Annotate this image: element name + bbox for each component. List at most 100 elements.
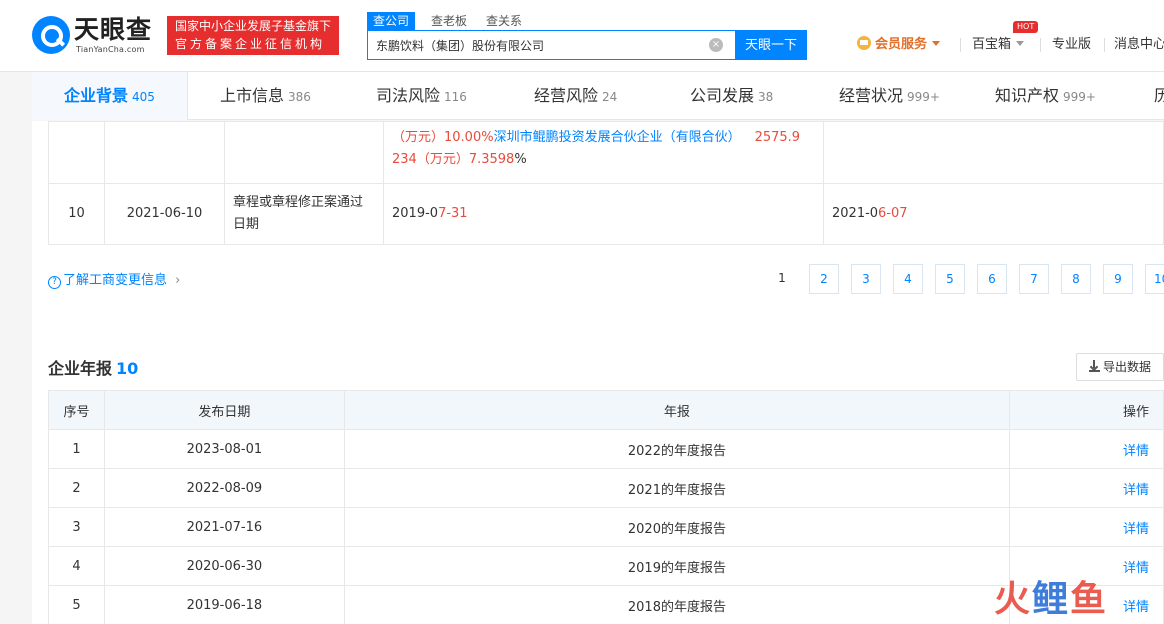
publish-date: 2019-06-18 xyxy=(103,585,345,624)
logo-search-icon xyxy=(32,16,70,54)
report-name: 2022的年度报告 xyxy=(343,429,1011,469)
date-part-changed: 7-31 xyxy=(438,206,468,221)
main-content: （万元）10.00%深圳市鲲鹏投资发展合伙企业（有限合伙） 2575.9 234（… xyxy=(32,121,1164,624)
fund-badge[interactable]: 国家中小企业发展子基金旗下 官方备案企业征信机构 xyxy=(167,16,339,55)
tab-label: 司法风险 xyxy=(376,86,441,105)
tab-count: 116 xyxy=(444,90,467,104)
help-link-label: 了解工商变更信息 xyxy=(63,273,168,288)
date-part-changed: 6-07 xyxy=(878,206,908,221)
tianyancha-logo[interactable]: 天眼查 TianYanCha.com xyxy=(32,14,157,58)
tab-count: 405 xyxy=(132,90,155,104)
date-part: 2021-0 xyxy=(832,206,879,221)
section-count: 10 xyxy=(116,359,139,378)
value-before: 2019-07-31 xyxy=(383,183,824,245)
percent-sign: % xyxy=(514,152,527,167)
message-center-link[interactable]: 消息中心 xyxy=(1114,36,1164,54)
search-tab-company[interactable]: 查公司 xyxy=(367,12,416,30)
value-after: 2021-06-07 xyxy=(823,183,1164,245)
search-tab-relation[interactable]: 查关系 xyxy=(486,12,522,30)
fund-badge-line1: 国家中小企业发展子基金旗下 xyxy=(175,19,332,33)
table-row: 3 2021-07-16 2020的年度报告 详情 xyxy=(48,507,1164,547)
table-row: 10 2021-06-10 章程或章程修正案通过日期 2019-07-31 20… xyxy=(48,183,1164,245)
annual-report-title: 企业年报 10 xyxy=(48,355,138,379)
export-label: 导出数据 xyxy=(1103,360,1152,374)
column-header-report: 年报 xyxy=(343,390,1011,430)
chevron-right-icon: › xyxy=(175,273,181,288)
table-cell-before: （万元）10.00%深圳市鲲鹏投资发展合伙企业（有限合伙） 2575.9 234（… xyxy=(383,121,824,184)
page-6[interactable]: 6 xyxy=(977,264,1007,294)
table-cell xyxy=(104,121,225,184)
tab-label: 上市信息 xyxy=(220,86,285,105)
vip-service-menu[interactable]: 会员服务 xyxy=(857,36,941,54)
search-box: × 天眼一下 xyxy=(367,30,807,60)
search-button[interactable]: 天眼一下 xyxy=(735,30,807,60)
change-record-table: （万元）10.00%深圳市鲲鹏投资发展合伙企业（有限合伙） 2575.9 234（… xyxy=(48,121,1164,245)
watermark-char: 鱼 xyxy=(1070,579,1109,620)
download-icon xyxy=(1089,360,1100,372)
tab-count: 386 xyxy=(288,90,311,104)
column-header-index: 序号 xyxy=(48,390,105,430)
tab-operating-status[interactable]: 经营状况 999+ xyxy=(839,72,940,120)
caret-down-icon xyxy=(1016,41,1025,46)
page-10[interactable]: 10 xyxy=(1145,264,1164,294)
column-header-action: 操作 xyxy=(1009,390,1164,430)
table-cell xyxy=(48,121,105,184)
table-row: 2 2022-08-09 2021的年度报告 详情 xyxy=(48,468,1164,508)
page-3[interactable]: 3 xyxy=(851,264,881,294)
tab-judicial-risk[interactable]: 司法风险 116 xyxy=(376,72,467,120)
hot-badge: HOT xyxy=(1013,21,1039,33)
detail-link[interactable]: 详情 xyxy=(1009,468,1164,508)
change-info-help-link[interactable]: ? 了解工商变更信息 › xyxy=(48,269,180,289)
clear-icon[interactable]: × xyxy=(709,38,723,52)
tab-business-background[interactable]: 企业背景 405 xyxy=(64,72,155,120)
caret-down-icon xyxy=(932,41,941,46)
nav-divider xyxy=(960,38,961,52)
report-name: 2018的年度报告 xyxy=(343,585,1011,624)
detail-link[interactable]: 详情 xyxy=(1009,507,1164,547)
change-item: 章程或章程修正案通过日期 xyxy=(224,183,384,245)
table-row: 1 2023-08-01 2022的年度报告 详情 xyxy=(48,429,1164,469)
tab-count: 999+ xyxy=(907,90,940,104)
publish-date: 2020-06-30 xyxy=(103,546,345,586)
page-8[interactable]: 8 xyxy=(1061,264,1091,294)
tab-company-development[interactable]: 公司发展 38 xyxy=(690,72,773,120)
detail-link[interactable]: 详情 xyxy=(1009,429,1164,469)
tab-label: 知识产权 xyxy=(995,86,1060,105)
column-header-date: 发布日期 xyxy=(103,390,345,430)
row-index: 1 xyxy=(48,429,105,469)
row-index: 5 xyxy=(48,585,105,624)
tab-label: 公司发展 xyxy=(690,86,755,105)
export-data-button[interactable]: 导出数据 xyxy=(1076,353,1164,381)
row-index: 3 xyxy=(48,507,105,547)
page-4[interactable]: 4 xyxy=(893,264,923,294)
search-tab-boss[interactable]: 查老板 xyxy=(431,12,467,30)
tab-intellectual-property[interactable]: 知识产权 999+ xyxy=(995,72,1096,120)
page-1[interactable]: 1 xyxy=(767,264,797,294)
nav-divider xyxy=(1040,38,1041,52)
amount-text: （万元）10.00% xyxy=(392,130,494,145)
report-name: 2019的年度报告 xyxy=(343,546,1011,586)
treasure-box-menu[interactable]: 百宝箱 xyxy=(972,36,1025,54)
row-index: 2 xyxy=(48,468,105,508)
table-row: （万元）10.00%深圳市鲲鹏投资发展合伙企业（有限合伙） 2575.9 234（… xyxy=(48,121,1164,184)
shareholder-link[interactable]: 深圳市鲲鹏投资发展合伙企业（有限合伙） xyxy=(494,130,741,145)
watermark-logo: 火鲤鱼 xyxy=(994,580,1108,620)
tab-label: 历 xyxy=(1154,86,1164,105)
pro-version-link[interactable]: 专业版 xyxy=(1052,36,1091,54)
tab-operating-risk[interactable]: 经营风险 24 xyxy=(534,72,617,120)
page-7[interactable]: 7 xyxy=(1019,264,1049,294)
date-part: 2019- xyxy=(392,206,430,221)
tab-label: 经营状况 xyxy=(839,86,904,105)
question-icon: ? xyxy=(48,276,61,289)
page-9[interactable]: 9 xyxy=(1103,264,1133,294)
report-name: 2021的年度报告 xyxy=(343,468,1011,508)
amount-text: 2575.9 xyxy=(754,130,801,145)
watermark-char: 火 xyxy=(994,579,1033,620)
tab-history[interactable]: 历 xyxy=(1154,72,1164,120)
search-input[interactable] xyxy=(368,31,735,59)
crown-icon xyxy=(857,36,871,50)
page-2[interactable]: 2 xyxy=(809,264,839,294)
tab-count: 38 xyxy=(758,90,774,104)
page-5[interactable]: 5 xyxy=(935,264,965,294)
tab-listing-info[interactable]: 上市信息 386 xyxy=(220,72,311,120)
